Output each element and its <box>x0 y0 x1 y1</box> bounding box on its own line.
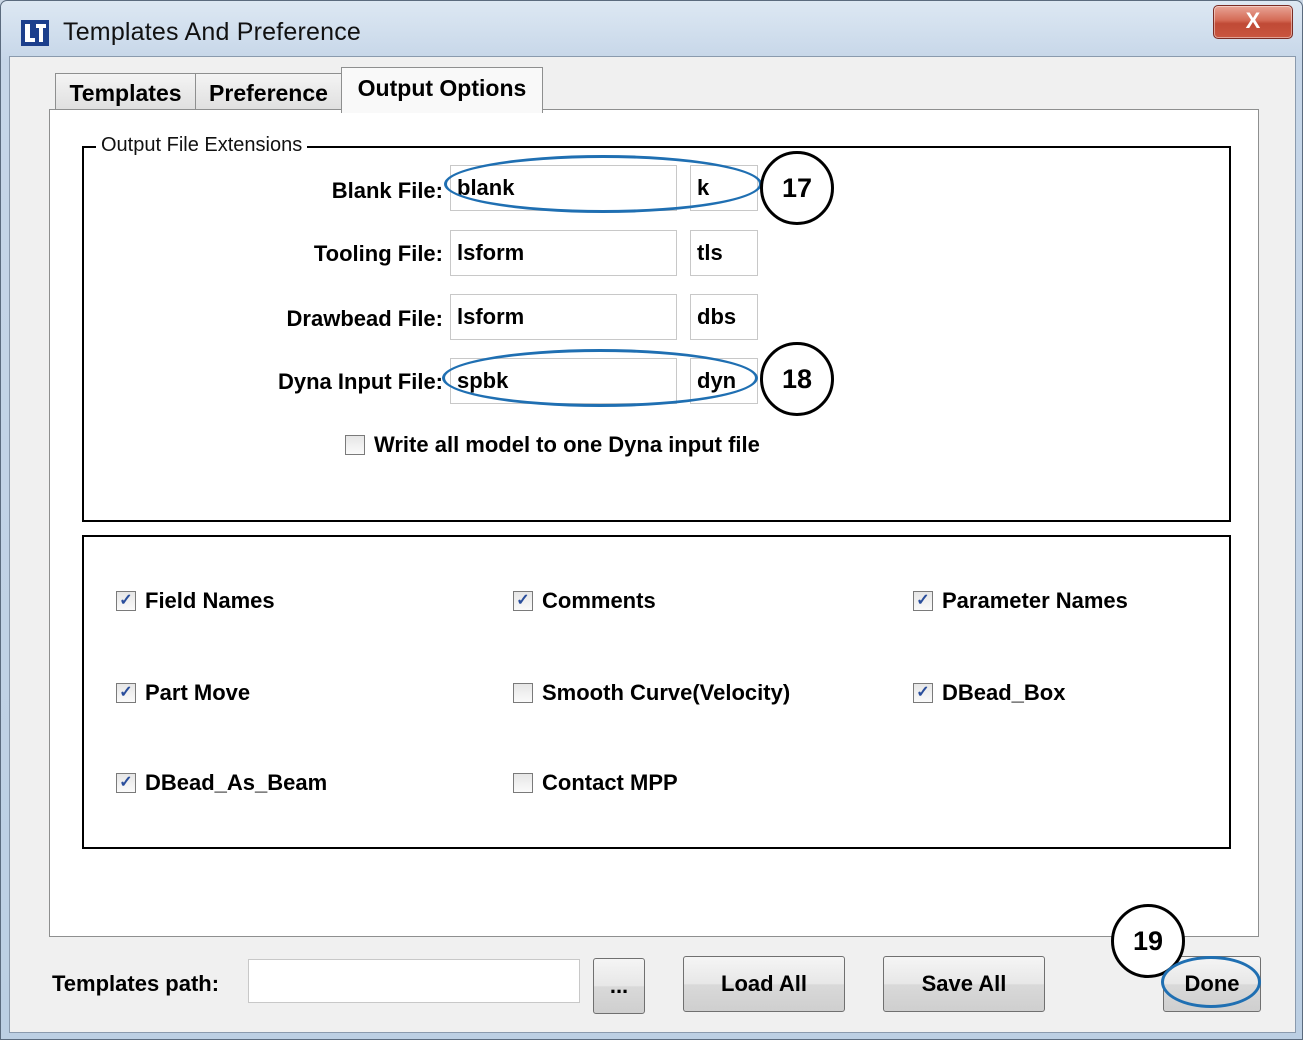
tooling-file-label: Tooling File: <box>313 241 443 266</box>
tooling-file-name-input[interactable] <box>450 230 677 276</box>
dyna-input-file-label: Dyna Input File: <box>278 369 443 394</box>
write-all-model-checkbox[interactable] <box>345 435 365 455</box>
tab-output-options[interactable]: Output Options <box>341 67 543 113</box>
option-dbead-box[interactable]: ✓ DBead_Box <box>913 680 1065 706</box>
smooth-curve-velocity-label: Smooth Curve(Velocity) <box>542 680 791 705</box>
window-title: Templates And Preference <box>63 18 362 46</box>
comments-checkbox[interactable]: ✓ <box>513 591 533 611</box>
blank-file-label: Blank File: <box>331 178 443 203</box>
write-all-model-option[interactable]: Write all model to one Dyna input file <box>345 432 760 458</box>
contact-mpp-checkbox[interactable] <box>513 773 533 793</box>
smooth-curve-velocity-checkbox[interactable] <box>513 683 533 703</box>
part-move-checkbox[interactable]: ✓ <box>116 683 136 703</box>
templates-preference-window: Templates And Preference X Templates Pre… <box>0 0 1303 1040</box>
callout-18: 18 <box>760 342 834 416</box>
drawbead-file-label: Drawbead File: <box>286 306 443 331</box>
dbead-as-beam-checkbox[interactable]: ✓ <box>116 773 136 793</box>
tooling-file-ext-input[interactable] <box>690 230 758 276</box>
parameter-names-label: Parameter Names <box>942 588 1128 613</box>
field-names-checkbox[interactable]: ✓ <box>116 591 136 611</box>
lst-app-icon <box>21 20 49 46</box>
tab-preference[interactable]: Preference <box>195 73 342 112</box>
write-all-model-label: Write all model to one Dyna input file <box>374 432 760 457</box>
comments-label: Comments <box>542 588 656 613</box>
drawbead-file-ext-input[interactable] <box>690 294 758 340</box>
option-comments[interactable]: ✓ Comments <box>513 588 656 614</box>
option-contact-mpp[interactable]: Contact MPP <box>513 770 678 796</box>
save-all-button[interactable]: Save All <box>883 956 1045 1012</box>
annotation-oval-dyna-input-file <box>442 349 758 407</box>
annotation-oval-done-button <box>1161 956 1261 1008</box>
option-part-move[interactable]: ✓ Part Move <box>116 680 250 706</box>
dbead-box-label: DBead_Box <box>942 680 1066 705</box>
field-names-label: Field Names <box>145 588 275 613</box>
option-smooth-curve-velocity[interactable]: Smooth Curve(Velocity) <box>513 680 790 706</box>
browse-button[interactable]: ... <box>593 958 645 1014</box>
dbead-box-checkbox[interactable]: ✓ <box>913 683 933 703</box>
load-all-button[interactable]: Load All <box>683 956 845 1012</box>
parameter-names-checkbox[interactable]: ✓ <box>913 591 933 611</box>
tab-templates[interactable]: Templates <box>55 73 196 112</box>
option-field-names[interactable]: ✓ Field Names <box>116 588 275 614</box>
dbead-as-beam-label: DBead_As_Beam <box>145 770 328 795</box>
part-move-label: Part Move <box>145 680 251 705</box>
option-parameter-names[interactable]: ✓ Parameter Names <box>913 588 1128 614</box>
templates-path-input[interactable] <box>248 959 580 1003</box>
contact-mpp-label: Contact MPP <box>542 770 678 795</box>
output-options-panel: Output File Extensions Blank File: Tooli… <box>49 109 1259 937</box>
templates-path-label: Templates path: <box>52 971 220 996</box>
drawbead-file-name-input[interactable] <box>450 294 677 340</box>
callout-17: 17 <box>760 151 834 225</box>
close-button[interactable]: X <box>1213 5 1293 39</box>
title-bar[interactable]: Templates And Preference X <box>1 1 1302 61</box>
annotation-oval-blank-file <box>444 155 762 213</box>
output-file-extensions-legend: Output File Extensions <box>96 134 308 157</box>
option-dbead-as-beam[interactable]: ✓ DBead_As_Beam <box>116 770 327 796</box>
